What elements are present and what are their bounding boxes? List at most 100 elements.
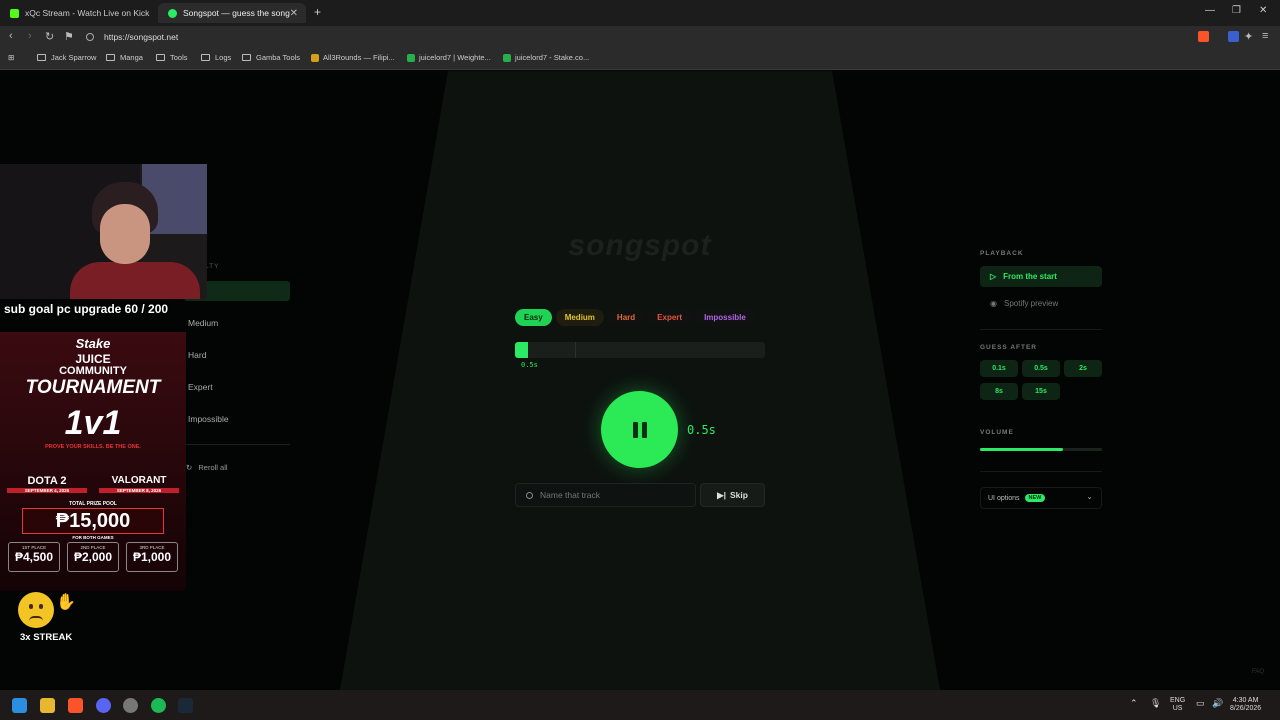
guess-after-0-1s[interactable]: 0.1s <box>980 360 1018 377</box>
file-explorer-icon[interactable] <box>40 698 55 713</box>
pause-button[interactable] <box>601 391 678 468</box>
ui-options-dropdown[interactable]: UI options NEW ⌄ <box>980 487 1102 509</box>
pause-icon <box>641 421 647 438</box>
folder-icon <box>156 54 165 61</box>
brave-shield-icon[interactable] <box>1198 31 1209 42</box>
left-panel-expert[interactable]: Expert <box>184 377 290 397</box>
first-place-prize: 1ST PLACE ₱4,500 <box>8 542 60 572</box>
guess-after-8s[interactable]: 8s <box>980 383 1018 400</box>
volume-heading: VOLUME <box>980 429 1014 436</box>
reroll-icon: ↻ <box>186 463 195 472</box>
bookmark-juicelord-stake[interactable]: juicelord7 - Stake.co... <box>503 53 589 62</box>
webcam-overlay <box>0 164 207 299</box>
new-badge: NEW <box>1024 494 1046 502</box>
left-panel-impossible[interactable]: Impossible <box>184 409 290 429</box>
steam-icon[interactable] <box>178 698 193 713</box>
sad-face-emoji-icon <box>18 592 54 628</box>
option-label: Spotify preview <box>1003 299 1059 308</box>
webcam-face <box>100 204 150 264</box>
clock[interactable]: 4:30 AM 8/26/2026 <box>1230 697 1261 713</box>
minimize-button[interactable]: — <box>1205 5 1215 16</box>
difficulty-hard[interactable]: Hard <box>607 309 645 326</box>
bookmark-label: juicelord7 | Weighte... <box>419 53 491 62</box>
bookmark-jack-sparrow[interactable]: Jack Sparrow <box>37 53 96 62</box>
bookmark-label: Jack Sparrow <box>51 53 97 62</box>
guess-after-15s[interactable]: 15s <box>1022 383 1060 400</box>
discord-icon[interactable] <box>96 698 111 713</box>
left-panel-hard[interactable]: Hard <box>184 345 290 365</box>
bookmark-label: All3Rounds — Filipi... <box>323 53 395 62</box>
forward-icon[interactable]: › <box>28 30 32 42</box>
progress-segment-divider <box>575 342 576 358</box>
close-tab-icon[interactable]: ✕ <box>290 8 298 19</box>
volume-fill <box>980 448 1063 451</box>
close-window-button[interactable]: ✕ <box>1259 5 1267 16</box>
difficulty-impossible[interactable]: Impossible <box>695 309 755 326</box>
bookmark-manga[interactable]: Manga <box>106 53 143 62</box>
poster-line3: TOURNAMENT <box>25 377 161 398</box>
difficulty-easy[interactable]: Easy <box>515 309 552 326</box>
difficulty-expert[interactable]: Expert <box>648 309 692 326</box>
tab-songspot[interactable]: Songspot — guess the song ✕ <box>158 3 306 23</box>
poster-valorant: VALORANT <box>111 475 167 486</box>
spotify-icon[interactable] <box>151 698 166 713</box>
clock-time: 4:30 AM <box>1232 697 1259 704</box>
bookmark-label: juicelord7 - Stake.co... <box>515 53 590 62</box>
extension-icon[interactable] <box>1228 31 1239 42</box>
place-amount: ₱1,000 <box>132 550 172 564</box>
network-icon[interactable]: ▭ <box>1196 699 1205 708</box>
elapsed-time: 0.5s <box>687 423 716 437</box>
reroll-label: Reroll all <box>198 463 228 472</box>
reload-icon[interactable]: ↻ <box>45 30 54 43</box>
difficulty-medium[interactable]: Medium <box>555 309 604 326</box>
stake-logo: Stake <box>75 336 111 351</box>
volume-icon[interactable]: 🔊 <box>1212 699 1223 708</box>
bookmark-icon[interactable]: ⚑ <box>64 30 74 43</box>
track-search-input[interactable]: Name that track <box>515 483 696 507</box>
bookmark-tools[interactable]: Tools <box>156 53 188 62</box>
volume-slider[interactable] <box>980 448 1102 451</box>
bookmark-logs[interactable]: Logs <box>201 53 231 62</box>
streak-counter: 3x STREAK <box>20 632 73 643</box>
faq-link[interactable]: FAQ <box>1252 669 1264 675</box>
microphone-icon[interactable]: 🎙 <box>1150 699 1161 708</box>
bookmark-label: Manga <box>120 53 143 62</box>
input-language[interactable]: ENG US <box>1170 697 1185 713</box>
tab-title: Songspot — guess the song <box>183 8 290 18</box>
divider <box>980 471 1102 472</box>
bookmark-gamba-tools[interactable]: Gamba Tools <box>242 53 300 62</box>
folder-icon <box>201 54 210 61</box>
settings-gear-icon[interactable] <box>123 698 138 713</box>
tournament-poster: Stake JUICE COMMUNITY TOURNAMENT 1v1 PRO… <box>0 332 186 591</box>
maximize-button[interactable]: ❐ <box>1232 5 1241 16</box>
site-info-icon[interactable] <box>86 33 94 41</box>
guess-after-0-5s[interactable]: 0.5s <box>1022 360 1060 377</box>
tab-title: xQc Stream - Watch Live on Kick <box>25 8 150 18</box>
new-tab-button[interactable]: + <box>314 5 321 19</box>
songspot-page: songspot Easy Medium Hard Expert Impossi… <box>0 71 1280 690</box>
url-field[interactable]: https://songspot.net <box>86 29 1186 45</box>
ui-options-label: UI options <box>988 494 1020 502</box>
brave-browser-icon[interactable] <box>68 698 83 713</box>
tab-kick[interactable]: xQc Stream - Watch Live on Kick <box>0 3 158 23</box>
back-icon[interactable]: ‹ <box>9 30 13 42</box>
bookmarks-bar: ⊞ Jack Sparrow Manga Tools Logs Gamba To… <box>0 48 1280 70</box>
address-bar-row: ‹ › ↻ ⚑ https://songspot.net ✦ ≡ <box>0 26 1280 48</box>
songspot-icon <box>168 8 177 18</box>
reroll-all-button[interactable]: ↻ Reroll all <box>186 463 228 472</box>
tray-overflow-icon[interactable]: ⌃ <box>1130 699 1138 708</box>
skip-button[interactable]: ▶| Skip <box>700 483 765 507</box>
poster-line2: COMMUNITY <box>59 365 127 377</box>
playback-spotify-preview[interactable]: ◉ Spotify preview <box>980 293 1102 314</box>
bookmark-juicelord-weighted[interactable]: juicelord7 | Weighte... <box>407 53 491 62</box>
apps-grid-icon[interactable]: ⊞ <box>8 53 14 62</box>
waving-hand-icon: ✋ <box>56 594 76 611</box>
windows-start-icon[interactable] <box>12 698 27 713</box>
playback-from-start[interactable]: ▷ From the start <box>980 266 1102 287</box>
bookmark-all3rounds[interactable]: All3Rounds — Filipi... <box>311 53 395 62</box>
menu-icon[interactable]: ≡ <box>1262 30 1268 42</box>
poster-1v1: 1v1 <box>64 404 122 442</box>
extensions-puzzle-icon[interactable]: ✦ <box>1244 30 1253 43</box>
prize-pool-label: TOTAL PRIZE POOL <box>69 501 117 507</box>
guess-after-2s[interactable]: 2s <box>1064 360 1102 377</box>
